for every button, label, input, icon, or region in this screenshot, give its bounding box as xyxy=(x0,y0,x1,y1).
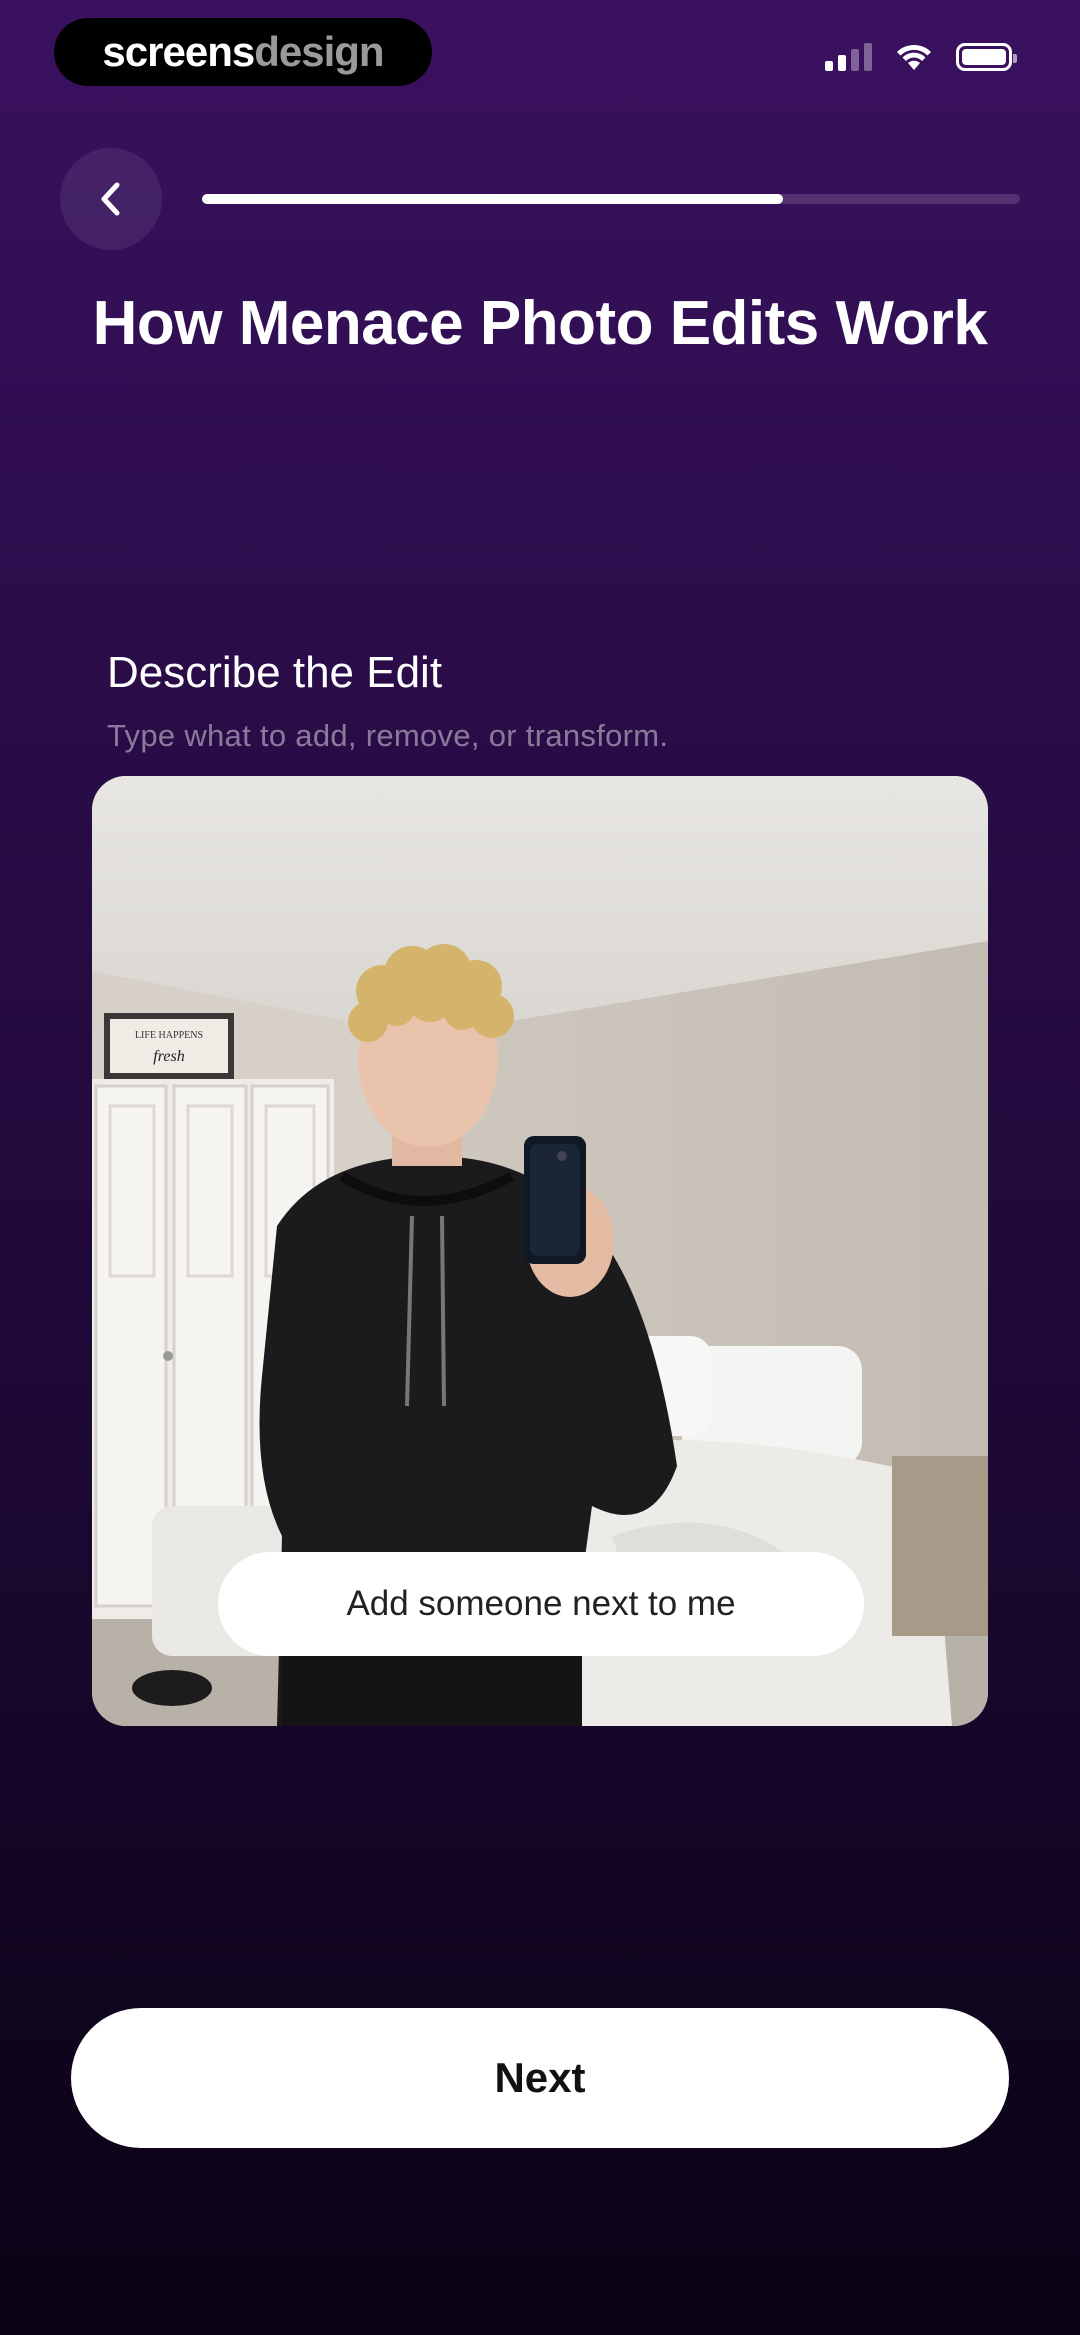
page-title: How Menace Photo Edits Work xyxy=(92,289,988,358)
progress-fill xyxy=(202,194,783,204)
next-button[interactable]: Next xyxy=(71,2008,1009,2148)
edit-prompt-pill: Add someone next to me xyxy=(218,1552,864,1656)
svg-text:LIFE HAPPENS: LIFE HAPPENS xyxy=(135,1030,203,1041)
brand-word-2: design xyxy=(254,28,384,75)
screensdesign-badge: screens design xyxy=(54,18,432,86)
status-icons xyxy=(825,42,1017,72)
chevron-left-icon xyxy=(101,182,120,216)
progress-bar xyxy=(202,194,1020,204)
battery-icon xyxy=(956,43,1017,71)
step-title: Describe the Edit xyxy=(107,648,443,697)
brand-word-1: screens xyxy=(102,28,255,75)
cellular-signal-icon xyxy=(825,43,872,71)
step-subtitle: Type what to add, remove, or transform. xyxy=(107,718,669,753)
back-button[interactable] xyxy=(60,148,162,250)
wifi-icon xyxy=(897,44,931,70)
svg-text:fresh: fresh xyxy=(153,1048,184,1065)
